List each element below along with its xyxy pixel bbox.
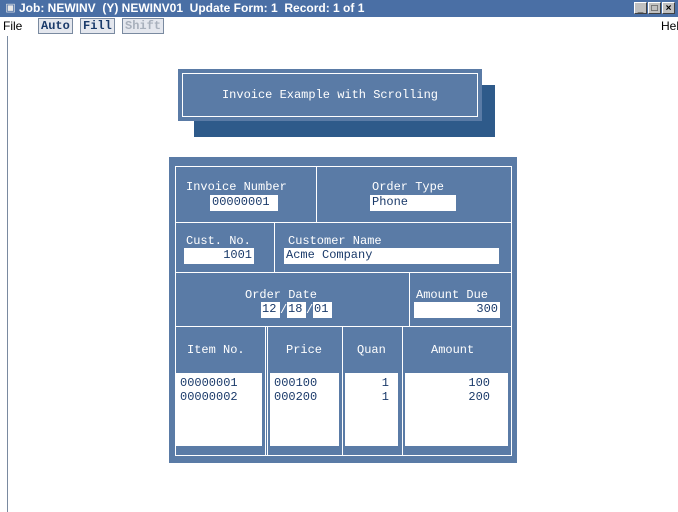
order-type-field[interactable]: Phone [370, 195, 456, 211]
item-no-column[interactable]: 00000001 00000002 [176, 373, 262, 446]
amount-cell: 200 [468, 390, 490, 404]
price-column[interactable]: 000100 000200 [270, 373, 339, 446]
col-divider-2 [274, 222, 275, 273]
col-divider-5 [342, 326, 343, 456]
shift-button: Shift [122, 18, 165, 34]
quan-cell: 1 [381, 390, 389, 404]
quan-column[interactable]: 1 1 [345, 373, 398, 446]
price-header: Price [286, 343, 323, 357]
row-divider-1 [175, 222, 512, 223]
title-bar: ▣ Job: NEWINV (Y) NEWINV01 Update Form: … [0, 0, 678, 17]
form-frame-top [175, 166, 512, 167]
invoice-number-field[interactable]: 00000001 [210, 195, 278, 211]
order-date-day-field[interactable]: 18 [287, 302, 306, 318]
row-divider-2 [175, 272, 512, 273]
col-divider-3 [409, 272, 410, 327]
left-divider [7, 36, 8, 512]
col-divider-6 [402, 326, 403, 456]
amount-due-label: Amount Due [416, 288, 489, 302]
item-no-header: Item No. [187, 343, 245, 357]
menu-help[interactable]: Help [661, 19, 678, 33]
cust-no-label: Cust. No. [186, 234, 251, 248]
cust-no-field[interactable]: 1001 [184, 248, 254, 264]
maximize-button[interactable]: □ [648, 2, 661, 14]
close-button[interactable]: × [662, 2, 675, 14]
invoice-number-label: Invoice Number [186, 180, 287, 194]
amount-header: Amount [431, 343, 475, 357]
auto-button[interactable]: Auto [38, 18, 73, 34]
col-divider-1 [316, 166, 317, 223]
col-divider-4a [265, 326, 266, 456]
order-date-month-field[interactable]: 12 [261, 302, 280, 318]
app-icon[interactable]: ▣ [4, 2, 17, 15]
order-date-year-field[interactable]: 01 [313, 302, 332, 318]
customer-name-field[interactable]: Acme Company [284, 248, 499, 264]
window-title: Job: NEWINV (Y) NEWINV01 Update Form: 1 … [19, 1, 365, 15]
minimize-button[interactable]: _ [634, 2, 647, 14]
order-date-label: Order Date [245, 288, 318, 302]
quan-cell: 1 [381, 376, 389, 390]
order-type-label: Order Type [372, 180, 445, 194]
item-no-cell: 00000002 [180, 390, 238, 404]
price-cell: 000100 [274, 376, 318, 390]
amount-cell: 100 [468, 376, 490, 390]
customer-name-label: Customer Name [288, 234, 382, 248]
form-frame-right [511, 166, 512, 456]
fill-button[interactable]: Fill [80, 18, 115, 34]
item-no-cell: 00000001 [180, 376, 238, 390]
form-frame-bottom [175, 455, 512, 456]
menu-bar: File Auto Fill Shift Help [0, 17, 678, 35]
menu-file[interactable]: File [3, 19, 22, 33]
row-divider-3 [175, 326, 512, 327]
amount-column[interactable]: 100 200 [405, 373, 508, 446]
amount-due-field[interactable]: 300 [414, 302, 500, 318]
col-divider-4b [267, 326, 268, 456]
form-title: Invoice Example with Scrolling [182, 73, 478, 117]
price-cell: 000200 [274, 390, 318, 404]
quan-header: Quan [357, 343, 386, 357]
